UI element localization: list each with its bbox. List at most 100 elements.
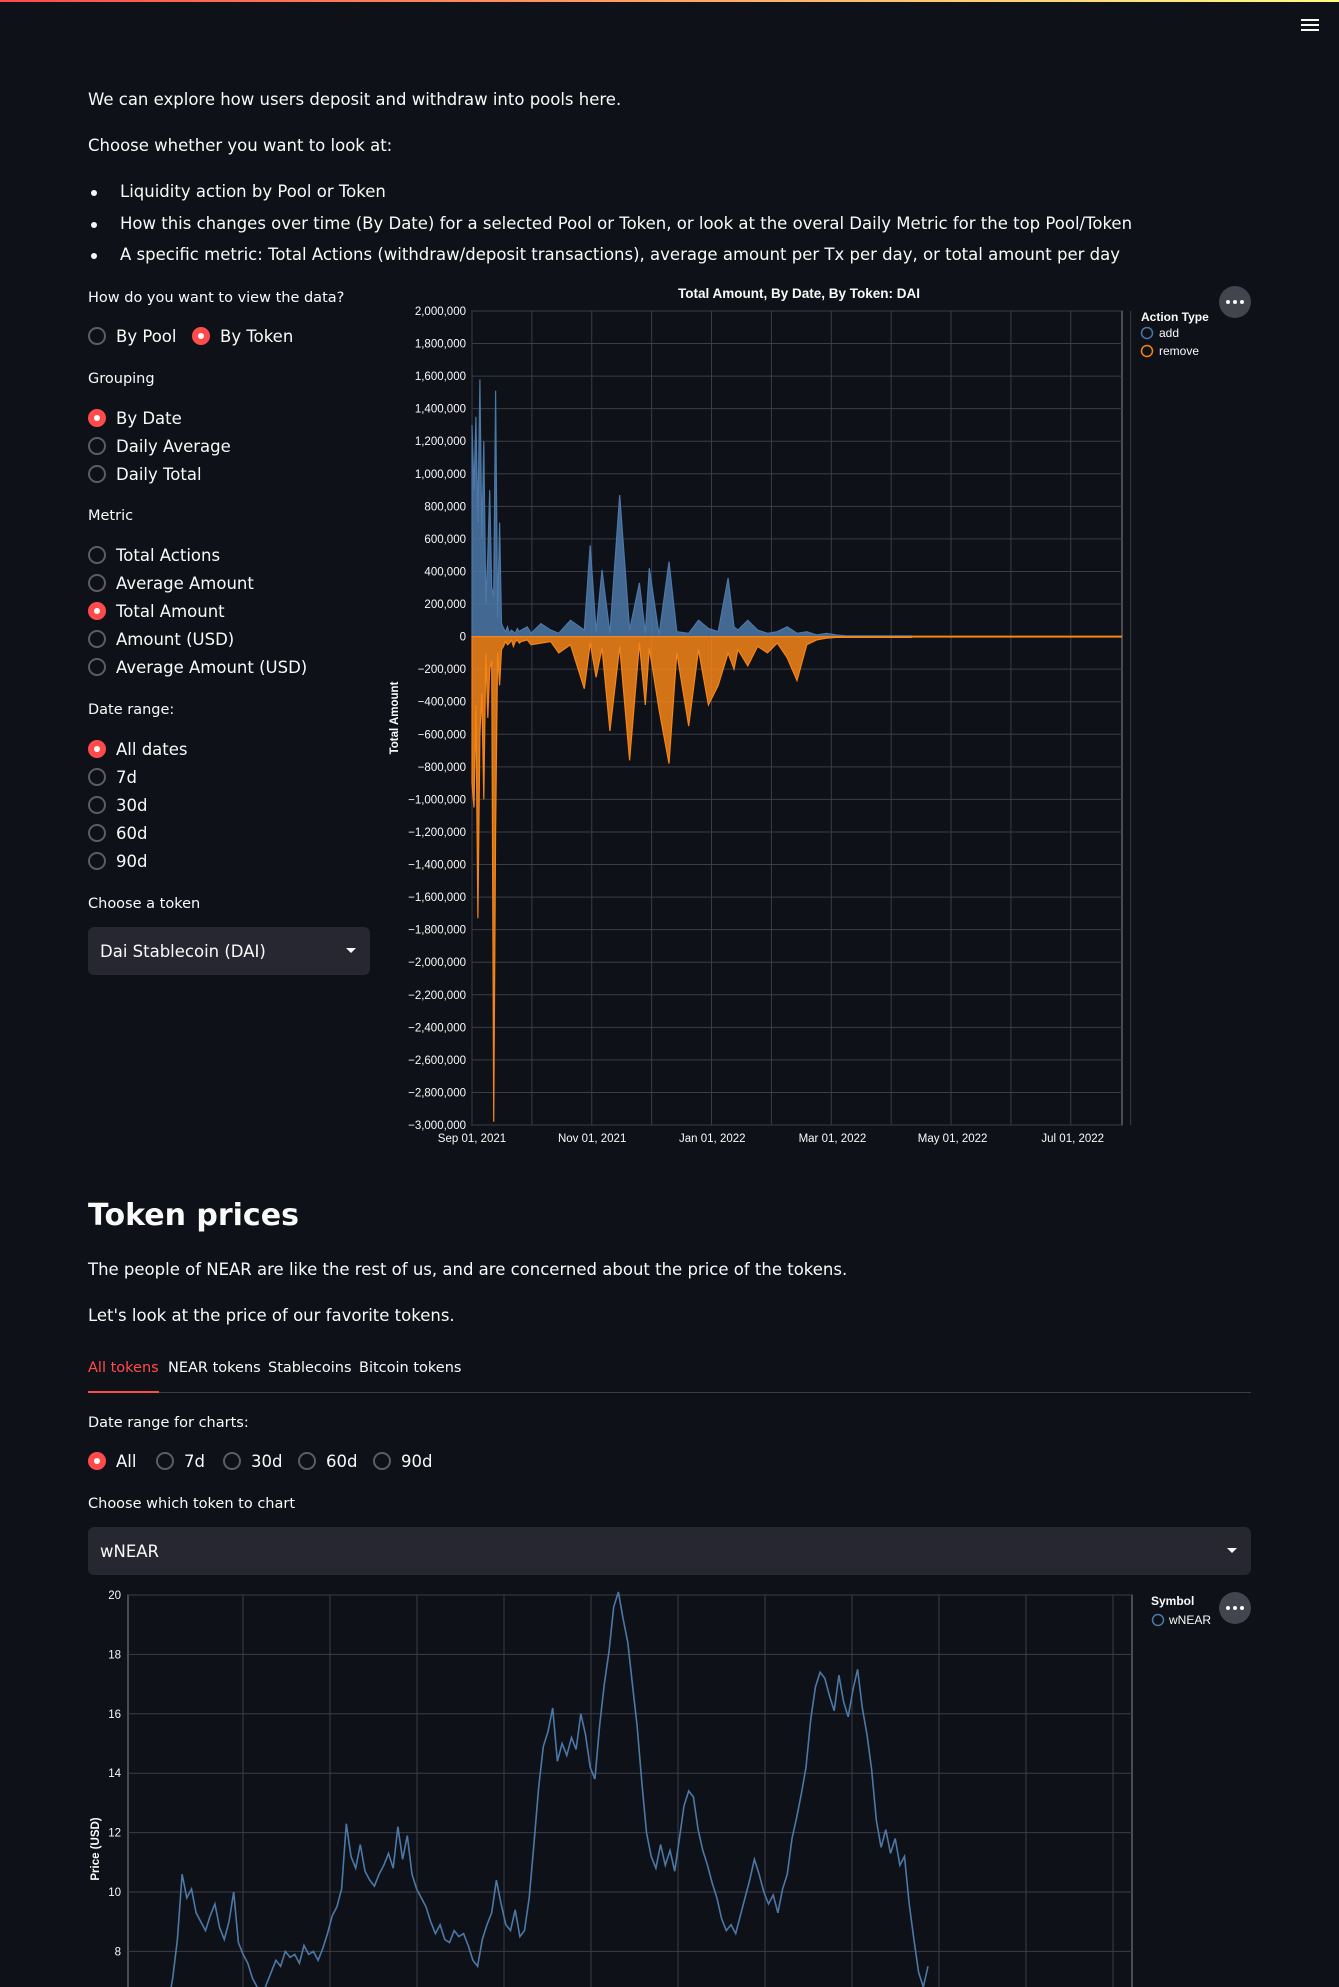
grouping-label: Grouping [88, 371, 155, 387]
chart-date-range-label: Date range for charts: [88, 1415, 249, 1431]
radio-90d[interactable]: 90d [88, 850, 147, 872]
radio-amount-usd[interactable]: Amount (USD) [88, 628, 234, 650]
token-chart-select-value: wNEAR [100, 1541, 160, 1561]
chevron-down-icon [346, 948, 356, 953]
menu-icon[interactable] [1299, 16, 1321, 36]
y-tick-label: 16 [108, 1709, 121, 1721]
radio-by-token[interactable]: By Token [192, 325, 293, 347]
radio-by-pool[interactable]: By Pool [88, 325, 176, 347]
radio-circle-icon [88, 824, 106, 842]
legend-label-remove: remove [1159, 344, 1199, 358]
token-select-value: Dai Stablecoin (DAI) [100, 941, 266, 961]
token-chart-select[interactable]: wNEAR [88, 1527, 1251, 1575]
radio-label: By Pool [116, 326, 177, 346]
y-tick-label: −200,000 [418, 664, 466, 676]
legend-label-wnear: wNEAR [1168, 1613, 1211, 1627]
radio-label: Average Amount (USD) [116, 657, 308, 677]
tab-near-tokens[interactable]: NEAR tokens [168, 1358, 261, 1391]
view-label: How do you want to view the data? [88, 290, 345, 306]
series-line-wnear [170, 1591, 929, 1987]
y-tick-label: 10 [108, 1887, 121, 1899]
radio-range-all[interactable]: All [88, 1450, 136, 1472]
radio-range-90d[interactable]: 90d [373, 1450, 432, 1472]
radio-circle-icon [298, 1452, 316, 1470]
y-tick-label: −2,800,000 [408, 1087, 466, 1099]
y-tick-label: −3,000,000 [408, 1120, 466, 1132]
radio-by-date[interactable]: By Date [88, 407, 182, 429]
y-tick-label: 8 [115, 1946, 121, 1958]
radio-label: By Token [220, 326, 294, 346]
y-tick-label: 20 [108, 1590, 121, 1602]
x-tick-label: Mar 01, 2022 [799, 1133, 867, 1145]
token-prices-text-1: The people of NEAR are like the rest of … [88, 1260, 848, 1279]
y-axis-title: Price (USD) [90, 1817, 102, 1880]
radio-label: 7d [184, 1451, 205, 1471]
legend-symbol-wnear [1151, 1613, 1165, 1627]
plot-frame [471, 310, 1123, 1126]
chevron-down-icon [1227, 1548, 1237, 1553]
x-tick-label: Jan 01, 2022 [679, 1133, 746, 1145]
series-area-add [471, 379, 912, 638]
y-tick-label: −1,400,000 [408, 860, 466, 872]
y-tick-label: −600,000 [418, 729, 466, 741]
x-tick-label: May 01, 2022 [918, 1133, 988, 1145]
radio-label: By Date [116, 408, 182, 428]
radio-label: Total Actions [116, 545, 221, 565]
radio-7d[interactable]: 7d [88, 766, 137, 788]
radio-range-30d[interactable]: 30d [223, 1450, 282, 1472]
y-tick-label: 800,000 [424, 501, 466, 513]
section-title: Token prices [88, 1198, 299, 1233]
tab-stablecoins[interactable]: Stablecoins [268, 1358, 352, 1391]
radio-circle-icon [88, 437, 106, 455]
radio-label: All [116, 1451, 137, 1471]
legend-label-add: add [1159, 326, 1179, 340]
y-tick-label: −2,000,000 [408, 957, 466, 969]
radio-label: 60d [326, 1451, 358, 1471]
y-tick-label: 14 [108, 1768, 121, 1780]
y-tick-label: −1,200,000 [408, 827, 466, 839]
y-tick-label: 400,000 [424, 566, 466, 578]
radio-range-60d[interactable]: 60d [298, 1450, 357, 1472]
legend-symbol-remove [1140, 344, 1154, 358]
radio-60d[interactable]: 60d [88, 822, 147, 844]
radio-all-dates[interactable]: All dates [88, 738, 188, 760]
radio-total-actions[interactable]: Total Actions [88, 544, 220, 566]
x-tick-label: Sep 01, 2021 [438, 1133, 506, 1145]
tab-bitcoin-tokens[interactable]: Bitcoin tokens [359, 1358, 461, 1391]
y-tick-label: 1,200,000 [415, 436, 466, 448]
y-tick-label: −2,400,000 [408, 1022, 466, 1034]
y-tick-label: −2,600,000 [408, 1055, 466, 1067]
radio-range-7d[interactable]: 7d [156, 1450, 205, 1472]
token-chart-label: Choose which token to chart [88, 1496, 296, 1512]
radio-average-amount[interactable]: Average Amount [88, 572, 254, 594]
y-tick-label: −1,800,000 [408, 925, 466, 937]
tab-all-tokens[interactable]: All tokens [88, 1358, 159, 1393]
y-axis-title: Total Amount [389, 681, 401, 754]
radio-total-amount[interactable]: Total Amount [88, 600, 225, 622]
metric-label: Metric [88, 508, 134, 524]
x-tick-label: Nov 01, 2021 [558, 1133, 626, 1145]
radio-label: Daily Average [116, 436, 231, 456]
plot-frame [127, 1594, 1133, 1987]
radio-daily-average[interactable]: Daily Average [88, 435, 231, 457]
radio-label: 30d [251, 1451, 283, 1471]
y-tick-label: 18 [108, 1649, 121, 1661]
chart-menu-button[interactable] [1219, 1592, 1251, 1624]
y-tick-label: −1,000,000 [408, 794, 466, 806]
radio-circle-icon [373, 1452, 391, 1470]
radio-30d[interactable]: 30d [88, 794, 147, 816]
legend-title: Action Type [1141, 310, 1209, 324]
legend-symbol-add [1140, 326, 1154, 340]
y-tick-label: 0 [460, 632, 466, 644]
radio-average-amount-usd[interactable]: Average Amount (USD) [88, 656, 307, 678]
chart-menu-button[interactable] [1219, 286, 1251, 318]
y-tick-label: 1,600,000 [415, 371, 466, 383]
y-tick-label: −2,200,000 [408, 990, 466, 1002]
token-select[interactable]: Dai Stablecoin (DAI) [88, 927, 370, 975]
token-prices-text-2: Let's look at the price of our favorite … [88, 1306, 455, 1325]
radio-daily-total[interactable]: Daily Total [88, 463, 202, 485]
radio-circle-icon [88, 796, 106, 814]
bullet-text: A specific metric: Total Actions (withdr… [120, 245, 1120, 264]
radio-circle-icon [88, 630, 106, 648]
token-tabs: All tokens NEAR tokens Stablecoins Bitco… [88, 1358, 1251, 1393]
